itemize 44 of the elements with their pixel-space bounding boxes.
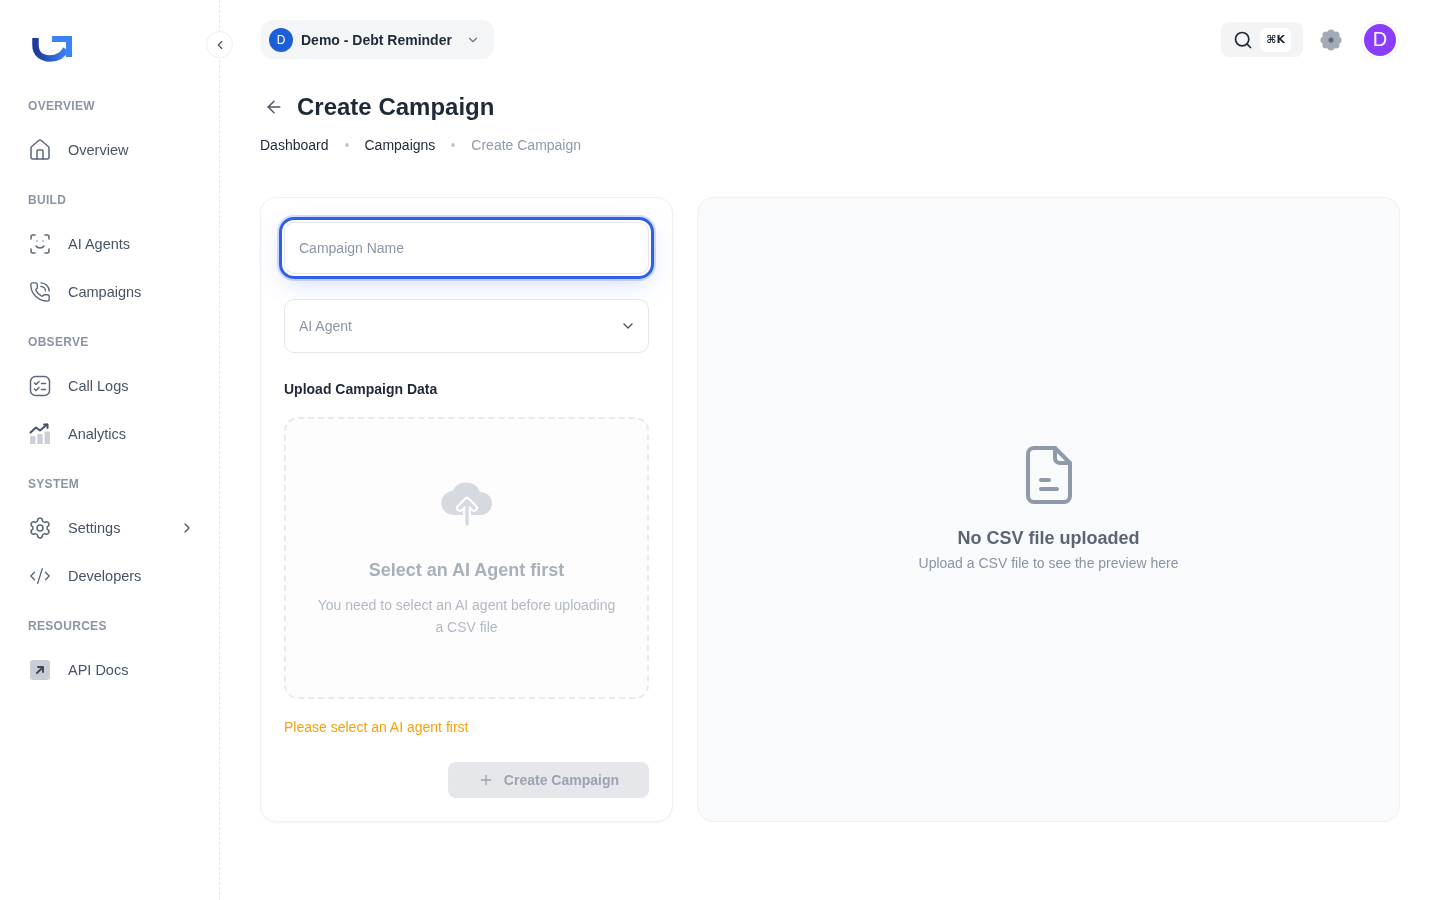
checklist-icon [28,374,52,398]
workspace-switcher[interactable]: D Demo - Debt Reminder [261,20,494,59]
nav-item[interactable]: API Docs [20,650,203,690]
section-heading: BUILD [27,192,68,208]
nav-item[interactable]: Developers [20,556,203,596]
nav-item[interactable]: Settings [20,508,203,548]
code-icon [29,565,51,587]
campaign-name-input[interactable]: Campaign Name [284,222,649,274]
separator-dot-icon [344,143,349,147]
user-avatar[interactable]: D [1362,21,1398,58]
section-heading: RESOURCES [27,618,108,634]
breadcrumb-link[interactable]: Campaigns [364,135,436,155]
logo-icon [32,36,72,62]
section-heading: SYSTEM [27,476,81,492]
arrow-square-icon [30,660,50,680]
dropzone-description: You need to select an AI agent before uploading a CSV file [316,596,617,637]
nav-item[interactable]: Overview [20,130,203,170]
workspace-avatar: D [269,27,293,52]
preview-title: No CSV file uploaded [957,527,1140,550]
page-title: Create Campaign [297,92,495,122]
section-heading: OVERVIEW [27,98,96,114]
separator-dot-icon [451,143,456,147]
settings-button[interactable] [1320,28,1342,51]
nav-item[interactable]: AI Agents [20,224,203,264]
upload-label: Upload Campaign Data [284,380,439,399]
section-heading: OBSERVE [27,334,90,350]
search-button[interactable]: ⌘K [1221,22,1303,57]
dropzone-title: Select an AI Agent first [368,559,565,582]
face-scan-icon [28,232,52,256]
document-icon [1025,446,1072,504]
breadcrumb-link[interactable]: Dashboard [260,135,329,155]
current-page-label: Create Campaign [471,136,582,155]
shortcut-key: ⌘K [1260,27,1291,52]
bar-chart-icon [28,422,52,446]
warning-message: Please select an AI agent first [284,718,470,737]
phone-call-icon [29,281,51,303]
home-icon [28,138,52,162]
settings-icon [1320,28,1342,51]
nav-item[interactable]: Campaigns [20,272,203,312]
nav-item[interactable]: Analytics [20,414,203,454]
nav-item[interactable]: Call Logs [20,366,203,406]
settings-icon [28,516,52,540]
search-icon [1233,29,1254,50]
preview-subtitle: Upload a CSV file to see the preview here [918,554,1179,573]
